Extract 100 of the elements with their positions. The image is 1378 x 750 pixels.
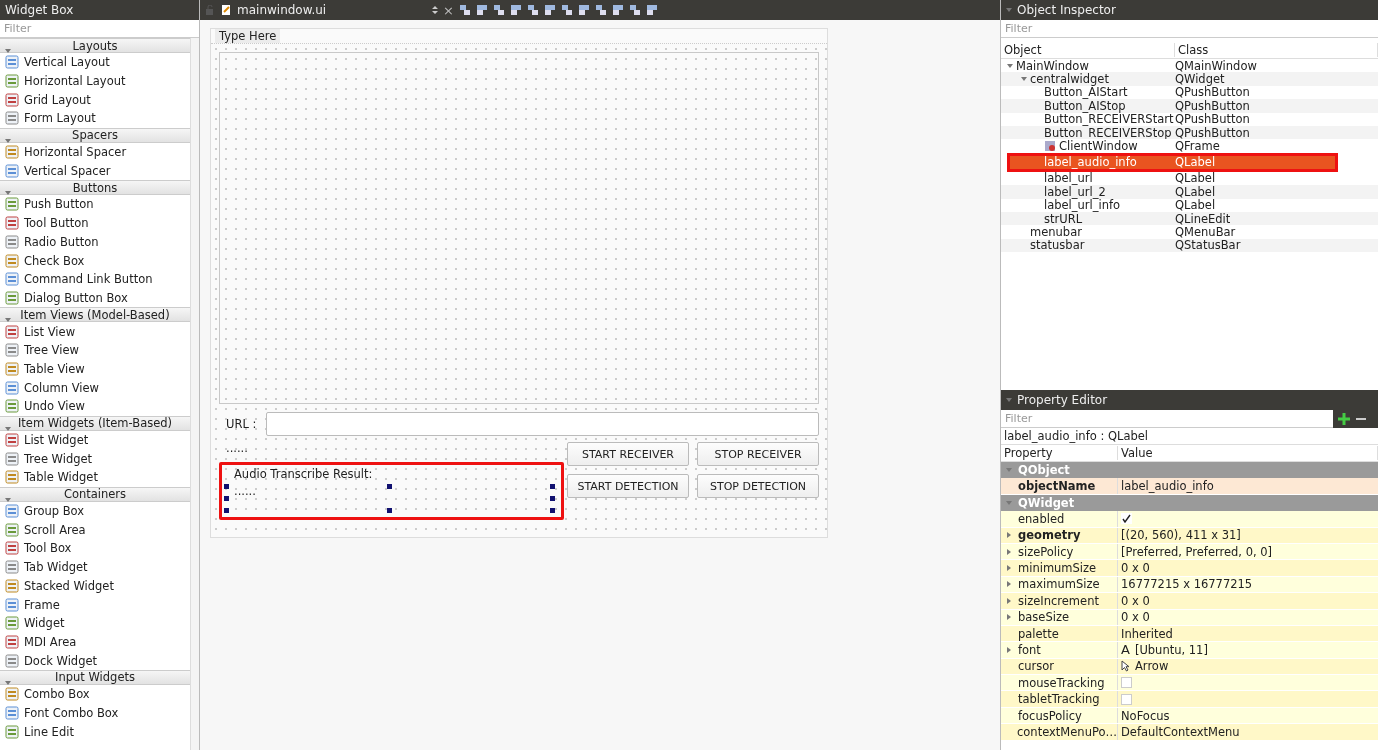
category-header[interactable]: Input Widgets [0,669,190,685]
widget-item[interactable]: Horizontal Spacer [0,142,190,162]
expand-arrow-icon[interactable] [1021,76,1027,83]
layout-tool-icon[interactable] [492,4,505,16]
column-header[interactable]: Class [1175,43,1378,57]
property-row[interactable]: enabled [1001,511,1378,528]
layout-tool-icon[interactable] [594,4,607,16]
push-button[interactable]: START RECEIVER [567,442,689,466]
widget-item[interactable]: Command Link Button [0,269,190,289]
category-header[interactable]: Spacers [0,127,190,143]
column-header[interactable]: Object [1001,43,1175,57]
widget-item[interactable]: List View [0,322,190,341]
category-header[interactable]: Layouts [0,38,190,53]
widget-item[interactable]: Group Box [0,501,190,521]
category-header[interactable]: Containers [0,486,190,502]
url-field[interactable] [266,412,819,436]
widget-item[interactable]: Stacked Widget [0,576,190,596]
widget-item[interactable]: Tree View [0,340,190,360]
push-button[interactable]: STOP DETECTION [697,474,819,498]
column-header[interactable]: Property [1001,446,1118,460]
push-button[interactable]: STOP RECEIVER [697,442,819,466]
property-value[interactable]: 16777215 x 16777215 [1121,577,1253,592]
layout-tool-icon[interactable] [526,4,539,16]
property-value[interactable]: DefaultContextMenu [1121,724,1240,739]
category-header[interactable]: Item Views (Model-Based) [0,307,190,323]
expand-arrow-icon[interactable] [1006,614,1012,621]
property-row[interactable]: tabletTracking [1001,691,1378,708]
widget-item[interactable]: Horizontal Layout [0,71,190,91]
resize-handle[interactable] [224,484,229,489]
property-value[interactable]: [Preferred, Preferred, 0, 0] [1121,544,1273,559]
layout-tool-icon[interactable] [628,4,641,16]
widget-item[interactable]: Push Button [0,195,190,214]
expand-arrow-icon[interactable] [5,190,11,197]
widget-item[interactable]: Vertical Layout [0,53,190,72]
widget-item[interactable]: Tool Button [0,213,190,233]
property-value[interactable]: Inherited [1121,626,1173,641]
checkbox[interactable] [1121,513,1132,525]
expand-arrow-icon[interactable] [1006,581,1012,588]
tree-row[interactable]: centralwidget QWidget [1001,72,1378,86]
layout-tool-icon[interactable] [475,4,488,16]
layout-tool-icon[interactable] [458,4,471,16]
resize-handle[interactable] [550,484,555,489]
property-value[interactable]: 0 x 0 [1121,561,1150,576]
property-row[interactable]: objectName label_audio_info [1001,478,1378,495]
file-name[interactable]: mainwindow.ui [237,3,427,17]
widget-item[interactable]: Scroll Area [0,520,190,540]
expand-arrow-icon[interactable] [1006,597,1012,604]
scrollbar[interactable] [190,38,199,750]
widget-item[interactable]: Font Combo Box [0,703,190,723]
widget-item[interactable]: Tree Widget [0,449,190,469]
widget-item[interactable]: Tool Box [0,539,190,558]
resize-handle[interactable] [387,484,392,489]
widget-item[interactable]: Form Layout [0,109,190,128]
property-value[interactable]: label_audio_info [1121,479,1214,494]
expand-arrow-icon[interactable] [5,48,11,54]
widget-item[interactable]: Line Edit [0,722,190,741]
property-value[interactable]: 0 x 0 [1121,593,1150,608]
widget-item[interactable]: Column View [0,378,190,397]
expand-arrow-icon[interactable] [1006,7,1012,13]
tree-row[interactable]: Button_AIStop QPushButton [1001,99,1378,113]
widget-item[interactable]: Widget [0,613,190,633]
expand-arrow-icon[interactable] [5,496,11,503]
widget-item[interactable]: Table Widget [0,468,190,487]
expand-arrow-icon[interactable] [1006,647,1012,653]
resize-handle[interactable] [550,496,555,501]
widget-item[interactable]: Radio Button [0,232,190,252]
resize-handle[interactable] [550,508,555,513]
widget-item[interactable]: Dock Widget [0,651,190,670]
property-row[interactable]: contextMenuPo… DefaultContextMenu [1001,724,1378,741]
category-header[interactable]: Buttons [0,180,190,196]
property-row[interactable]: sizeIncrement 0 x 0 [1001,593,1378,610]
property-value[interactable]: [(20, 560), 411 x 31] [1121,528,1241,543]
widget-item[interactable]: MDI Area [0,632,190,652]
property-row[interactable]: font A [Ubuntu, 11] [1001,642,1378,659]
resize-handle[interactable] [387,508,392,513]
widget-item[interactable]: List Widget [0,430,190,450]
expand-arrow-icon[interactable] [1006,397,1012,403]
widget-item[interactable]: Table View [0,359,190,379]
layout-tool-icon[interactable] [509,4,522,16]
filter-field[interactable]: Filter [1001,410,1333,428]
widget-item[interactable]: Undo View [0,397,190,416]
audio-label-frame[interactable]: Audio Transcribe Result: ...... [219,462,564,520]
layout-tool-icon[interactable] [577,4,590,16]
widget-item[interactable]: Check Box [0,251,190,270]
menu-placeholder[interactable]: Type Here [215,29,281,43]
category-header[interactable]: Item Widgets (Item-Based) [0,415,190,431]
resize-handle[interactable] [224,508,229,513]
layout-tool-icon[interactable] [611,4,624,16]
expand-arrow-icon[interactable] [1006,565,1012,572]
expand-arrow-icon[interactable] [1006,532,1012,539]
close-button[interactable]: × [443,2,454,18]
add-icon[interactable] [1337,412,1351,426]
widget-item[interactable]: Combo Box [0,684,190,704]
property-row[interactable]: mouseTracking [1001,675,1378,692]
column-header[interactable]: Value [1118,446,1378,460]
widget-item[interactable]: Frame [0,595,190,614]
widget-item[interactable]: Dialog Button Box [0,288,190,308]
widget-item[interactable]: Tab Widget [0,557,190,577]
tree-row[interactable]: label_url_2 QLabel [1001,185,1378,199]
layout-tool-icon[interactable] [543,4,556,16]
